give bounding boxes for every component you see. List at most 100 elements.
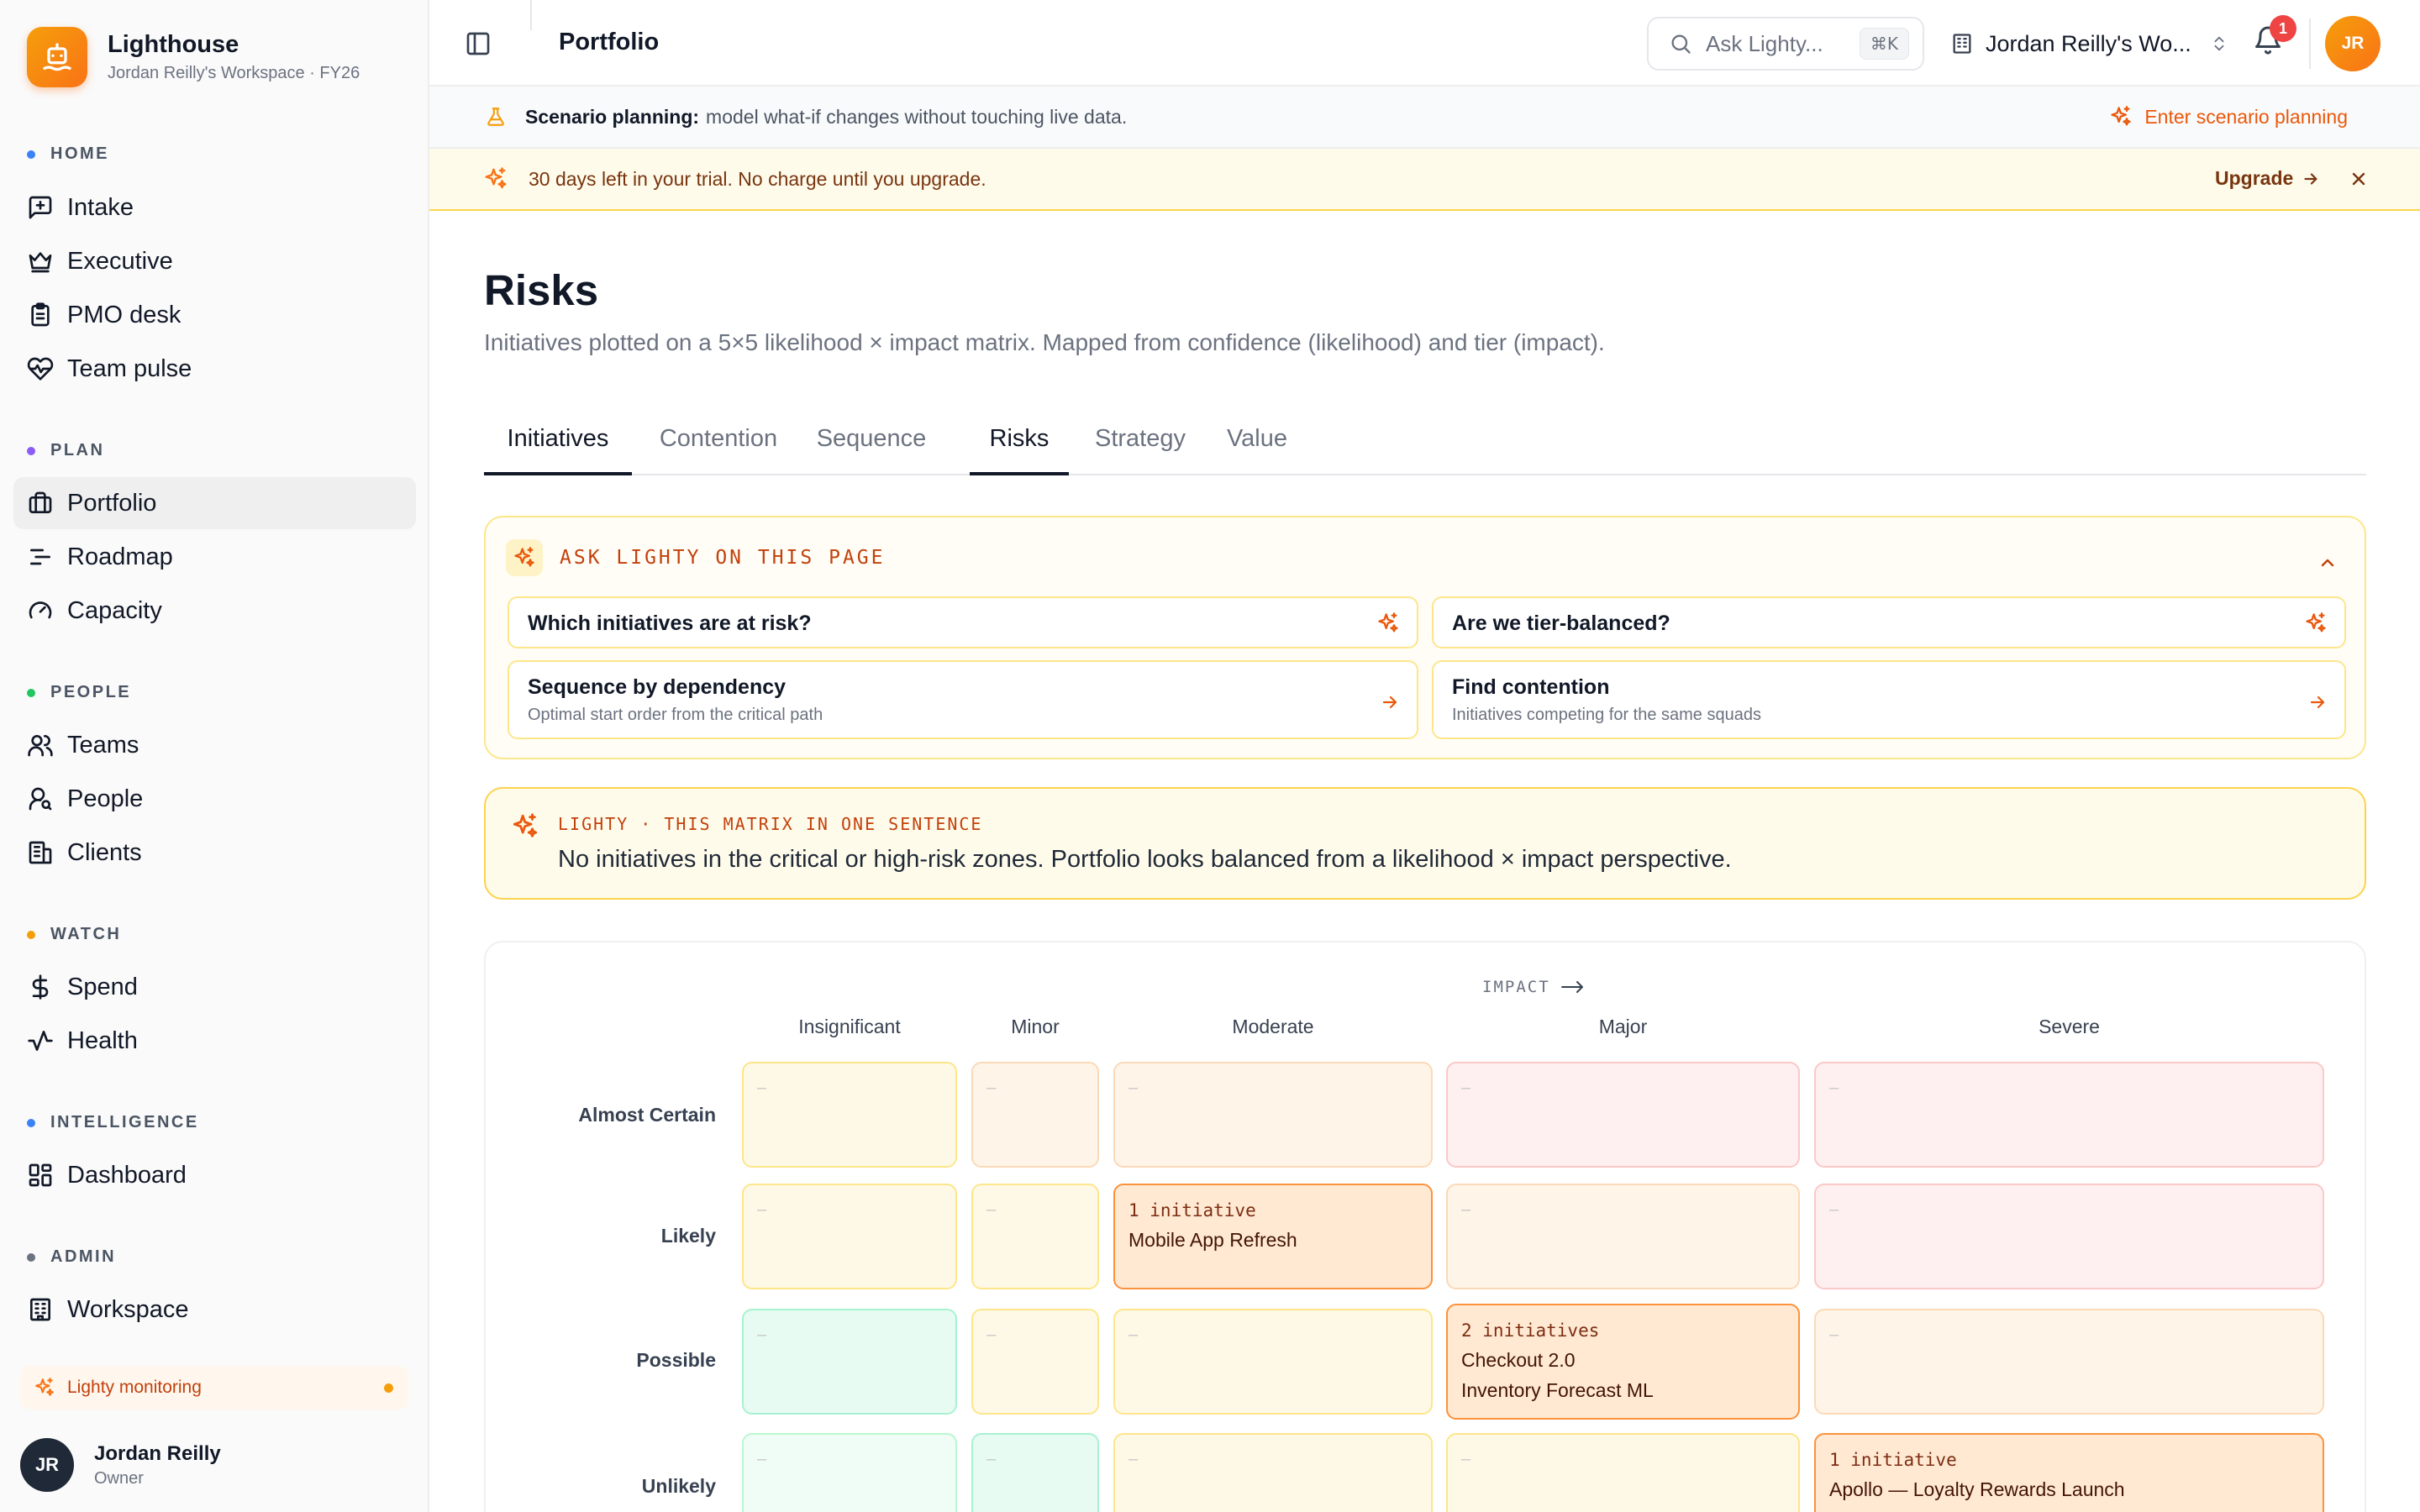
matrix-cell[interactable]: – <box>1814 1309 2324 1415</box>
prompt-card-tier-balanced[interactable]: Are we tier-balanced? <box>1432 596 2346 648</box>
matrix-cell[interactable]: – <box>1446 1433 1800 1512</box>
sidebar-item-teams[interactable]: Teams <box>13 719 416 771</box>
empty-marker: – <box>757 1200 767 1219</box>
prompt-card-at-risk[interactable]: Which initiatives are at risk? <box>508 596 1418 648</box>
matrix-cell[interactable]: – <box>1113 1433 1433 1512</box>
sidebar-item-pmo-desk[interactable]: PMO desk <box>13 289 416 341</box>
workspace-switcher[interactable]: Jordan Reilly's Wo... <box>1950 22 2228 66</box>
matrix-cell[interactable]: – <box>971 1184 1099 1289</box>
sparkles-icon <box>485 167 507 189</box>
section-dot <box>27 930 35 939</box>
matrix-cell[interactable]: – <box>742 1309 957 1415</box>
section-intelligence: INTELLIGENCE <box>27 1113 199 1132</box>
sidebar-item-label: Executive <box>67 247 173 275</box>
row-header: Possible <box>636 1349 716 1371</box>
sidebar-item-capacity[interactable]: Capacity <box>13 585 416 637</box>
section-watch: WATCH <box>27 925 121 944</box>
lighty-monitoring-status[interactable]: Lighty monitoring <box>20 1366 408 1410</box>
section-home: HOME <box>27 144 109 164</box>
matrix-cell[interactable]: – <box>971 1433 1099 1512</box>
sidebar-item-health[interactable]: Health <box>13 1015 416 1067</box>
matrix-cell[interactable]: – <box>742 1433 957 1512</box>
initiative-item[interactable]: Apollo — Loyalty Rewards Launch <box>1829 1478 2125 1501</box>
initiative-item[interactable]: Checkout 2.0 <box>1461 1349 1576 1372</box>
sidebar-item-label: Team pulse <box>67 354 192 382</box>
upgrade-label: Upgrade <box>2215 167 2294 189</box>
panel-left-icon <box>466 32 490 55</box>
top-bar: Portfolio Ask Lighty... ⌘K Jordan Reilly… <box>429 0 2420 87</box>
matrix-cell[interactable]: – <box>1446 1184 1800 1289</box>
tab-risks[interactable]: Risks <box>970 425 1069 475</box>
row-header: Unlikely <box>641 1475 716 1497</box>
sidebar-item-portfolio[interactable]: Portfolio <box>13 477 416 529</box>
matrix-cell[interactable]: – <box>1113 1062 1433 1168</box>
divider <box>530 0 532 30</box>
dismiss-trial-button[interactable] <box>2349 169 2369 193</box>
lighty-monitoring-label: Lighty monitoring <box>67 1378 202 1397</box>
sidebar: Lighthouse Jordan Reilly's Workspace · F… <box>0 0 429 1512</box>
section-people: PEOPLE <box>27 683 131 702</box>
tab-contention[interactable]: Contention <box>647 425 790 475</box>
ask-lighty-header[interactable]: ASK LIGHTY ON THIS PAGE <box>506 539 886 576</box>
sidebar-toggle-button[interactable] <box>465 30 492 61</box>
sidebar-item-executive[interactable]: Executive <box>13 235 416 287</box>
matrix-cell[interactable]: – <box>971 1062 1099 1168</box>
matrix-cell[interactable]: – <box>742 1062 957 1168</box>
matrix-cell[interactable]: – <box>1446 1062 1800 1168</box>
sidebar-item-spend[interactable]: Spend <box>13 961 416 1013</box>
section-dot <box>27 688 35 697</box>
column-header: Severe <box>2039 1016 2100 1037</box>
office-building-icon <box>30 1298 50 1321</box>
sidebar-item-workspace[interactable]: Workspace <box>13 1284 416 1336</box>
sparkles-icon <box>513 813 538 837</box>
scenario-planning-banner: Scenario planning: model what-if changes… <box>429 87 2420 149</box>
tab-initiatives[interactable]: Initiatives <box>484 425 632 475</box>
tab-sequence[interactable]: Sequence <box>808 425 934 475</box>
sidebar-item-clients[interactable]: Clients <box>13 827 416 879</box>
tab-strategy[interactable]: Strategy <box>1086 425 1195 475</box>
monitoring-status-dot <box>384 1383 393 1393</box>
empty-marker: – <box>1461 1450 1471 1468</box>
section-label: HOME <box>50 144 109 163</box>
tab-value[interactable]: Value <box>1215 425 1299 475</box>
initiative-count: 1 initiative <box>1829 1450 1957 1470</box>
enter-scenario-planning-button[interactable]: Enter scenario planning <box>2109 105 2348 129</box>
sidebar-item-team-pulse[interactable]: Team pulse <box>13 343 416 395</box>
matrix-cell[interactable]: – <box>1814 1062 2324 1168</box>
sparkles-icon <box>2306 612 2326 633</box>
matrix-cell-likely-moderate[interactable]: 1 initiative Mobile App Refresh <box>1113 1184 1433 1289</box>
avatar: JR <box>20 1438 74 1492</box>
section-label: WATCH <box>50 925 122 943</box>
briefcase-icon <box>29 491 52 513</box>
sidebar-item-dashboard[interactable]: Dashboard <box>13 1149 416 1201</box>
empty-marker: – <box>986 1326 997 1344</box>
dashboard-icon <box>29 1163 52 1187</box>
brand[interactable]: Lighthouse Jordan Reilly's Workspace · F… <box>27 27 360 87</box>
avatar[interactable]: JR <box>2325 16 2381 71</box>
initiative-item[interactable]: Inventory Forecast ML <box>1461 1379 1654 1402</box>
sidebar-item-people[interactable]: People <box>13 773 416 825</box>
lighty-summary: LIGHTY · THIS MATRIX IN ONE SENTENCE No … <box>484 787 2366 900</box>
matrix-cell[interactable]: – <box>971 1309 1099 1415</box>
impact-axis-label: IMPACT <box>1482 978 1586 996</box>
keyboard-shortcut: ⌘K <box>1859 28 1909 60</box>
matrix-cell-possible-major[interactable]: 2 initiatives Checkout 2.0 Inventory For… <box>1446 1304 1800 1420</box>
user-profile[interactable]: JR Jordan Reilly Owner <box>20 1438 221 1492</box>
empty-marker: – <box>1829 1079 1839 1097</box>
ask-lighty-search[interactable]: Ask Lighty... ⌘K <box>1647 17 1924 71</box>
upgrade-button[interactable]: Upgrade <box>2215 167 2320 190</box>
collapse-button[interactable] <box>2317 553 2338 577</box>
prompt-card-contention[interactable]: Find contention Initiatives competing fo… <box>1432 660 2346 739</box>
empty-marker: – <box>1461 1079 1471 1097</box>
initiative-item[interactable]: Mobile App Refresh <box>1128 1229 1297 1252</box>
matrix-cell[interactable]: – <box>1113 1309 1433 1415</box>
sparkles-icon <box>1378 612 1398 633</box>
sidebar-item-roadmap[interactable]: Roadmap <box>13 531 416 583</box>
row-header: Likely <box>660 1225 716 1247</box>
matrix-cell-unlikely-severe[interactable]: 1 initiative Apollo — Loyalty Rewards La… <box>1814 1433 2324 1512</box>
prompt-card-sequence[interactable]: Sequence by dependency Optimal start ord… <box>508 660 1418 739</box>
empty-marker: – <box>757 1450 767 1468</box>
matrix-cell[interactable]: – <box>742 1184 957 1289</box>
matrix-cell[interactable]: – <box>1814 1184 2324 1289</box>
sidebar-item-intake[interactable]: Intake <box>13 181 416 234</box>
